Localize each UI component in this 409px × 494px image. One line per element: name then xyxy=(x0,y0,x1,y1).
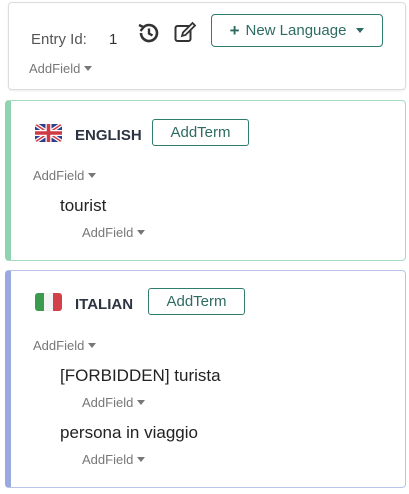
language-add-field-dropdown[interactable]: AddField xyxy=(33,338,97,353)
term-add-field-dropdown[interactable]: AddField xyxy=(82,225,146,240)
language-card-english: ENGLISH AddTerm AddField tourist AddFiel… xyxy=(5,100,406,261)
italy-flag-icon xyxy=(35,293,62,311)
new-language-button[interactable]: + New Language xyxy=(211,14,383,47)
caret-down-icon xyxy=(88,173,97,178)
add-field-label: AddField xyxy=(33,168,85,183)
caret-down-icon xyxy=(137,457,146,462)
term-add-field-dropdown[interactable]: AddField xyxy=(82,395,146,410)
language-name: ITALIAN xyxy=(75,296,134,313)
new-language-label: New Language xyxy=(245,22,347,39)
entry-header-card: Entry Id: 1 + New Language AddField xyxy=(8,2,406,90)
edit-button[interactable] xyxy=(172,20,198,46)
edit-icon xyxy=(174,21,197,42)
add-field-label: AddField xyxy=(29,61,81,76)
caret-down-icon xyxy=(137,400,146,405)
add-field-label: AddField xyxy=(82,452,134,467)
language-add-field-dropdown[interactable]: AddField xyxy=(33,168,97,183)
add-field-label: AddField xyxy=(82,225,134,240)
caret-down-icon xyxy=(356,28,365,33)
history-icon xyxy=(138,23,159,43)
term-text: [FORBIDDEN] turista xyxy=(60,366,221,385)
uk-flag-icon xyxy=(35,124,62,142)
add-field-label: AddField xyxy=(33,338,85,353)
add-field-label: AddField xyxy=(82,395,134,410)
caret-down-icon xyxy=(88,343,97,348)
history-button[interactable] xyxy=(136,20,162,46)
language-name: ENGLISH xyxy=(75,127,142,144)
caret-down-icon xyxy=(137,230,146,235)
entry-id-value: 1 xyxy=(109,31,118,48)
entry-add-field-dropdown[interactable]: AddField xyxy=(29,61,93,76)
language-card-italian: ITALIAN AddTerm AddField [FORBIDDEN] tur… xyxy=(5,270,406,488)
caret-down-icon xyxy=(84,66,93,71)
entry-id-label: Entry Id: xyxy=(31,31,87,48)
term-text: tourist xyxy=(60,196,107,215)
term-text: persona in viaggio xyxy=(60,423,198,442)
term-add-field-dropdown[interactable]: AddField xyxy=(82,452,146,467)
plus-icon: + xyxy=(229,21,240,40)
add-term-button[interactable]: AddTerm xyxy=(152,119,249,146)
add-term-button[interactable]: AddTerm xyxy=(148,288,245,315)
